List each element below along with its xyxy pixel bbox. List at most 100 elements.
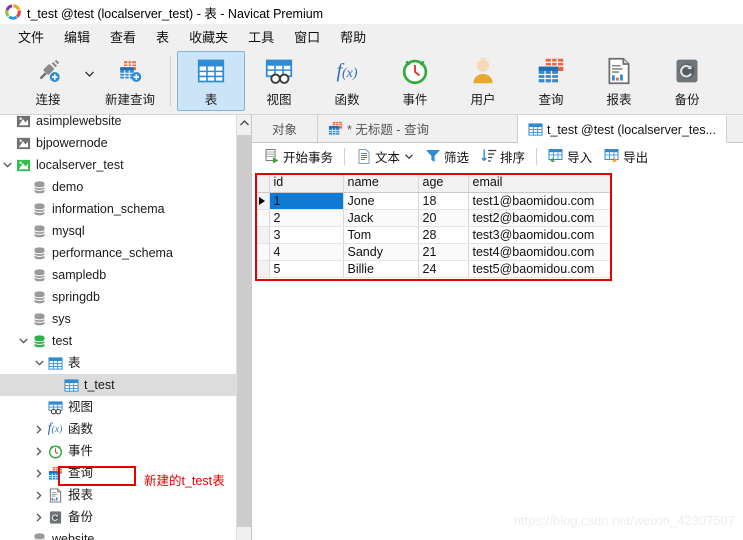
menu-view[interactable]: 查看 bbox=[100, 24, 146, 49]
tree-item-information_schema[interactable]: information_schema bbox=[0, 198, 251, 220]
tree-item-sys[interactable]: sys bbox=[0, 308, 251, 330]
tab-untitled-query[interactable]: * 无标题 - 查询 bbox=[318, 115, 518, 142]
tree-item-localserver_test[interactable]: localserver_test bbox=[0, 154, 251, 176]
menu-tools[interactable]: 工具 bbox=[238, 24, 284, 49]
toolbar-button-function-fx[interactable]: f(x) 函数 bbox=[313, 51, 381, 111]
chevron-down-icon[interactable] bbox=[0, 154, 14, 176]
filter-icon bbox=[425, 148, 441, 164]
tree-item-sampledb[interactable]: sampledb bbox=[0, 264, 251, 286]
chevron-down-icon[interactable] bbox=[32, 352, 46, 374]
table-row[interactable]: 1 Jone 18 test1@baomidou.com bbox=[255, 192, 612, 210]
chevron-right-icon[interactable] bbox=[32, 462, 46, 484]
tree-item-performance_schema[interactable]: performance_schema bbox=[0, 242, 251, 264]
tree-item-[interactable]: 事件 bbox=[0, 440, 251, 462]
cell-name[interactable]: Jack bbox=[343, 209, 419, 227]
row-marker-cell[interactable] bbox=[255, 243, 270, 261]
grid-toolbar-filter[interactable]: 筛选 bbox=[419, 145, 475, 168]
cell-age[interactable]: 24 bbox=[418, 260, 469, 278]
menu-window[interactable]: 窗口 bbox=[284, 24, 330, 49]
cell-name[interactable]: Jone bbox=[343, 192, 419, 210]
row-marker-cell[interactable] bbox=[255, 260, 270, 278]
grid-toolbar-import[interactable]: 导入 bbox=[542, 145, 598, 168]
backup-icon bbox=[46, 508, 64, 526]
menu-file[interactable]: 文件 bbox=[8, 24, 54, 49]
sidebar-scroll-thumb[interactable] bbox=[237, 135, 251, 527]
menu-favorites[interactable]: 收藏夹 bbox=[179, 24, 238, 49]
toolbar-button-backup[interactable]: 备份 bbox=[653, 51, 721, 111]
table-row[interactable]: 4 Sandy 21 test4@baomidou.com bbox=[255, 243, 612, 261]
toolbar-button-new-query[interactable]: 新建查询 bbox=[96, 51, 164, 111]
menu-table[interactable]: 表 bbox=[146, 24, 179, 49]
cell-id[interactable]: 2 bbox=[269, 209, 344, 227]
grid-col-header-id[interactable]: id bbox=[269, 173, 344, 193]
cell-email[interactable]: test5@baomidou.com bbox=[468, 260, 612, 278]
tab-objects[interactable]: 对象 bbox=[252, 115, 318, 142]
cell-age[interactable]: 21 bbox=[418, 243, 469, 261]
toolbar-button-connection-plug[interactable]: 连接 bbox=[14, 51, 82, 111]
chevron-right-icon[interactable] bbox=[32, 418, 46, 440]
row-marker-cell[interactable] bbox=[255, 192, 270, 210]
cell-id[interactable]: 5 bbox=[269, 260, 344, 278]
table-row[interactable]: 2 Jack 20 test2@baomidou.com bbox=[255, 209, 612, 227]
tree-item-asimplewebsite[interactable]: asimplewebsite bbox=[0, 115, 251, 132]
toolbar-button-query[interactable]: 查询 bbox=[517, 51, 585, 111]
toolbar-button-report[interactable]: 报表 bbox=[585, 51, 653, 111]
chevron-down-icon[interactable] bbox=[16, 330, 30, 352]
grid-col-header-age[interactable]: age bbox=[418, 173, 469, 193]
tree-item-[interactable]: 视图 bbox=[0, 396, 251, 418]
cell-name[interactable]: Tom bbox=[343, 226, 419, 244]
chevron-right-icon[interactable] bbox=[32, 484, 46, 506]
sidebar-scrollbar[interactable] bbox=[236, 115, 251, 540]
tree-twisty-empty bbox=[16, 176, 30, 198]
cell-id[interactable]: 4 bbox=[269, 243, 344, 261]
text-dropdown-caret-icon[interactable] bbox=[405, 152, 413, 161]
tree-item-t_test[interactable]: t_test bbox=[0, 374, 251, 396]
tree-item-springdb[interactable]: springdb bbox=[0, 286, 251, 308]
cell-name[interactable]: Sandy bbox=[343, 243, 419, 261]
tree-item-[interactable]: 表 bbox=[0, 352, 251, 374]
tree-item-[interactable]: f(x) 函数 bbox=[0, 418, 251, 440]
grid-toolbar-text[interactable]: 文本 bbox=[350, 145, 419, 168]
tab-t-test[interactable]: t_test @test (localserver_tes... bbox=[518, 115, 728, 143]
menu-edit[interactable]: 编辑 bbox=[54, 24, 100, 49]
chevron-right-icon[interactable] bbox=[32, 440, 46, 462]
tree-item-mysql[interactable]: mysql bbox=[0, 220, 251, 242]
grid-col-header-email[interactable]: email bbox=[468, 173, 612, 193]
table-icon bbox=[197, 56, 225, 86]
tree-item-website[interactable]: website bbox=[0, 528, 251, 540]
cell-email[interactable]: test3@baomidou.com bbox=[468, 226, 612, 244]
table-row[interactable]: 5 Billie 24 test5@baomidou.com bbox=[255, 260, 612, 278]
toolbar-button-user[interactable]: 用户 bbox=[449, 51, 517, 111]
row-marker-cell[interactable] bbox=[255, 209, 270, 227]
table-row[interactable]: 3 Tom 28 test3@baomidou.com bbox=[255, 226, 612, 244]
cell-age[interactable]: 28 bbox=[418, 226, 469, 244]
row-marker-cell[interactable] bbox=[255, 226, 270, 244]
cell-email[interactable]: test1@baomidou.com bbox=[468, 192, 612, 210]
toolbar-button-event-clock[interactable]: 事件 bbox=[381, 51, 449, 111]
grid-col-header-name[interactable]: name bbox=[343, 173, 419, 193]
toolbar-button-table[interactable]: 表 bbox=[177, 51, 245, 111]
connection-dropdown-caret-icon[interactable] bbox=[82, 48, 96, 114]
cell-email[interactable]: test4@baomidou.com bbox=[468, 243, 612, 261]
tree-twisty-empty bbox=[16, 198, 30, 220]
grid-toolbar-begin-transaction[interactable]: 开始事务 bbox=[258, 145, 339, 168]
tree-item-bjpowernode[interactable]: bjpowernode bbox=[0, 132, 251, 154]
tree-item-test[interactable]: test bbox=[0, 330, 251, 352]
cell-age[interactable]: 18 bbox=[418, 192, 469, 210]
database-icon bbox=[30, 266, 48, 284]
cell-id[interactable]: 3 bbox=[269, 226, 344, 244]
toolbar-button-view[interactable]: 视图 bbox=[245, 51, 313, 111]
scroll-up-arrow-icon[interactable] bbox=[237, 115, 251, 131]
cell-age[interactable]: 20 bbox=[418, 209, 469, 227]
cell-id[interactable]: 1 bbox=[269, 192, 344, 210]
menu-help[interactable]: 帮助 bbox=[330, 24, 376, 49]
chevron-right-icon[interactable] bbox=[32, 506, 46, 528]
data-grid[interactable]: id name age email 1 Jone 18 test1@baomidou.… bbox=[255, 173, 612, 278]
grid-toolbar-sort[interactable]: 排序 bbox=[475, 145, 531, 168]
report-icon bbox=[605, 56, 633, 86]
tree-item-demo[interactable]: demo bbox=[0, 176, 251, 198]
tree-item-[interactable]: 备份 bbox=[0, 506, 251, 528]
cell-name[interactable]: Billie bbox=[343, 260, 419, 278]
cell-email[interactable]: test2@baomidou.com bbox=[468, 209, 612, 227]
grid-toolbar-export[interactable]: 导出 bbox=[598, 145, 654, 168]
